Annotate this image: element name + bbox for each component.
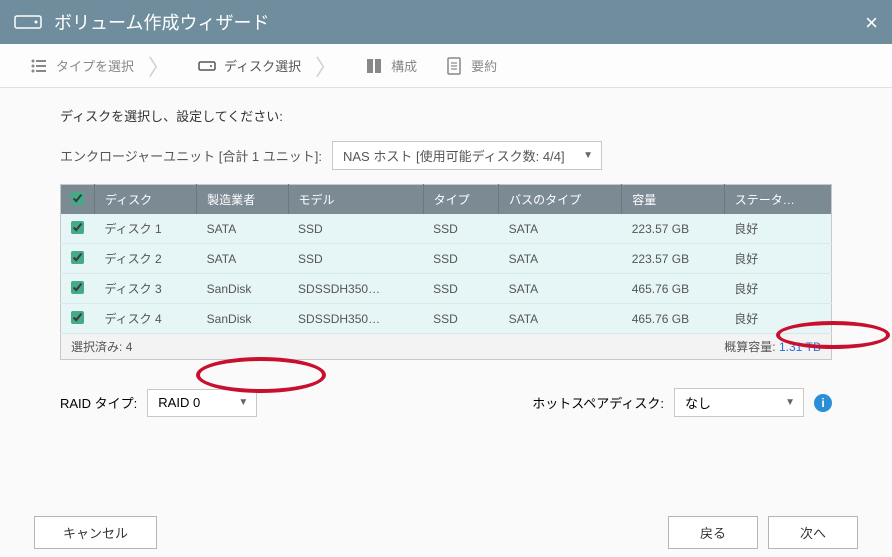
cell-status: 良好 bbox=[724, 214, 831, 244]
cell-status: 良好 bbox=[724, 304, 831, 334]
disk-table: ディスク 製造業者 モデル タイプ バスのタイプ 容量 ステータ… ディスク 1… bbox=[60, 184, 832, 334]
hotspare-dropdown[interactable]: なし ▼ bbox=[674, 388, 804, 417]
select-all-checkbox[interactable] bbox=[71, 192, 84, 205]
col-type[interactable]: タイプ bbox=[423, 185, 498, 215]
cell-status: 良好 bbox=[724, 274, 831, 304]
raid-type-dropdown[interactable]: RAID 0 ▼ bbox=[147, 389, 257, 417]
step-disk[interactable]: ディスク選択 〉 bbox=[188, 44, 355, 87]
chevron-down-icon: ▼ bbox=[785, 397, 795, 408]
summary-icon bbox=[445, 57, 463, 75]
enclosure-selected: NAS ホスト [使用可能ディスク数: 4/4] bbox=[343, 146, 565, 165]
wizard-title: ボリューム作成ウィザード bbox=[54, 9, 269, 35]
row-checkbox[interactable] bbox=[71, 221, 84, 234]
table-row[interactable]: ディスク 2SATASSDSSDSATA223.57 GB良好 bbox=[61, 244, 832, 274]
cell-bus: SATA bbox=[499, 214, 622, 244]
cell-capacity: 223.57 GB bbox=[622, 214, 724, 244]
chevron-down-icon: ▼ bbox=[583, 150, 593, 161]
cell-capacity: 465.76 GB bbox=[622, 274, 724, 304]
cell-status: 良好 bbox=[724, 244, 831, 274]
list-icon bbox=[30, 57, 48, 75]
cell-bus: SATA bbox=[499, 304, 622, 334]
cell-bus: SATA bbox=[499, 244, 622, 274]
row-checkbox[interactable] bbox=[71, 251, 84, 264]
cell-bus: SATA bbox=[499, 274, 622, 304]
col-capacity[interactable]: 容量 bbox=[622, 185, 724, 215]
chevron-right-icon: 〉 bbox=[148, 50, 170, 82]
table-row[interactable]: ディスク 3SanDiskSDSSDH350…SSDSATA465.76 GB良… bbox=[61, 274, 832, 304]
col-model[interactable]: モデル bbox=[288, 185, 423, 215]
cell-capacity: 223.57 GB bbox=[622, 244, 724, 274]
enclosure-dropdown[interactable]: NAS ホスト [使用可能ディスク数: 4/4] ▼ bbox=[332, 141, 602, 170]
cell-type: SSD bbox=[423, 304, 498, 334]
col-status[interactable]: ステータ… bbox=[724, 185, 831, 215]
cell-disk: ディスク 1 bbox=[95, 214, 197, 244]
step-config[interactable]: 構成 bbox=[355, 44, 435, 87]
table-footer: 選択済み: 4 概算容量: 1.31 TB bbox=[60, 334, 832, 360]
cell-maker: SATA bbox=[197, 244, 288, 274]
next-button[interactable]: 次へ bbox=[768, 516, 858, 549]
cell-maker: SanDisk bbox=[197, 304, 288, 334]
cell-type: SSD bbox=[423, 214, 498, 244]
selected-count: 選択済み: 4 bbox=[71, 338, 132, 355]
cell-model: SDSSDH350… bbox=[288, 274, 423, 304]
step-bar: タイプを選択 〉 ディスク選択 〉 構成 要約 bbox=[0, 44, 892, 88]
config-icon bbox=[365, 57, 383, 75]
col-maker[interactable]: 製造業者 bbox=[197, 185, 288, 215]
col-disk[interactable]: ディスク bbox=[95, 185, 197, 215]
hotspare-label: ホットスペアディスク: bbox=[532, 393, 664, 412]
table-row[interactable]: ディスク 1SATASSDSSDSATA223.57 GB良好 bbox=[61, 214, 832, 244]
cell-model: SSD bbox=[288, 214, 423, 244]
cell-type: SSD bbox=[423, 274, 498, 304]
drive-icon bbox=[14, 12, 42, 32]
col-bus[interactable]: バスのタイプ bbox=[499, 185, 622, 215]
cell-model: SDSSDH350… bbox=[288, 304, 423, 334]
step-type[interactable]: タイプを選択 〉 bbox=[20, 44, 188, 87]
step-config-label: 構成 bbox=[391, 56, 417, 75]
info-icon[interactable]: i bbox=[814, 394, 832, 412]
chevron-right-icon: 〉 bbox=[315, 50, 337, 82]
table-row[interactable]: ディスク 4SanDiskSDSSDH350…SSDSATA465.76 GB良… bbox=[61, 304, 832, 334]
cell-disk: ディスク 2 bbox=[95, 244, 197, 274]
row-checkbox[interactable] bbox=[71, 311, 84, 324]
back-button[interactable]: 戻る bbox=[668, 516, 758, 549]
step-type-label: タイプを選択 bbox=[56, 56, 134, 75]
chevron-down-icon: ▼ bbox=[238, 397, 248, 408]
cell-model: SSD bbox=[288, 244, 423, 274]
close-icon[interactable]: × bbox=[865, 10, 878, 36]
raid-type-value: RAID 0 bbox=[158, 395, 200, 410]
cell-maker: SanDisk bbox=[197, 274, 288, 304]
step-summary-label: 要約 bbox=[471, 56, 497, 75]
hotspare-value: なし bbox=[685, 393, 711, 412]
select-all-header[interactable] bbox=[61, 185, 95, 215]
wizard-footer: キャンセル 戻る 次へ bbox=[0, 507, 892, 557]
titlebar: ボリューム作成ウィザード × bbox=[0, 0, 892, 44]
cell-capacity: 465.76 GB bbox=[622, 304, 724, 334]
cell-maker: SATA bbox=[197, 214, 288, 244]
cell-disk: ディスク 4 bbox=[95, 304, 197, 334]
step-summary[interactable]: 要約 bbox=[435, 44, 515, 87]
disk-icon bbox=[198, 57, 216, 75]
raid-type-label: RAID タイプ: bbox=[60, 393, 137, 412]
enclosure-label: エンクロージャーユニット [合計 1 ユニット]: bbox=[60, 146, 322, 165]
cancel-button[interactable]: キャンセル bbox=[34, 516, 157, 549]
estimated-capacity: 概算容量: 1.31 TB bbox=[724, 338, 821, 355]
cell-type: SSD bbox=[423, 244, 498, 274]
cell-disk: ディスク 3 bbox=[95, 274, 197, 304]
step-disk-label: ディスク選択 bbox=[224, 56, 301, 75]
row-checkbox[interactable] bbox=[71, 281, 84, 294]
instruction-text: ディスクを選択し、設定してください: bbox=[60, 106, 832, 125]
